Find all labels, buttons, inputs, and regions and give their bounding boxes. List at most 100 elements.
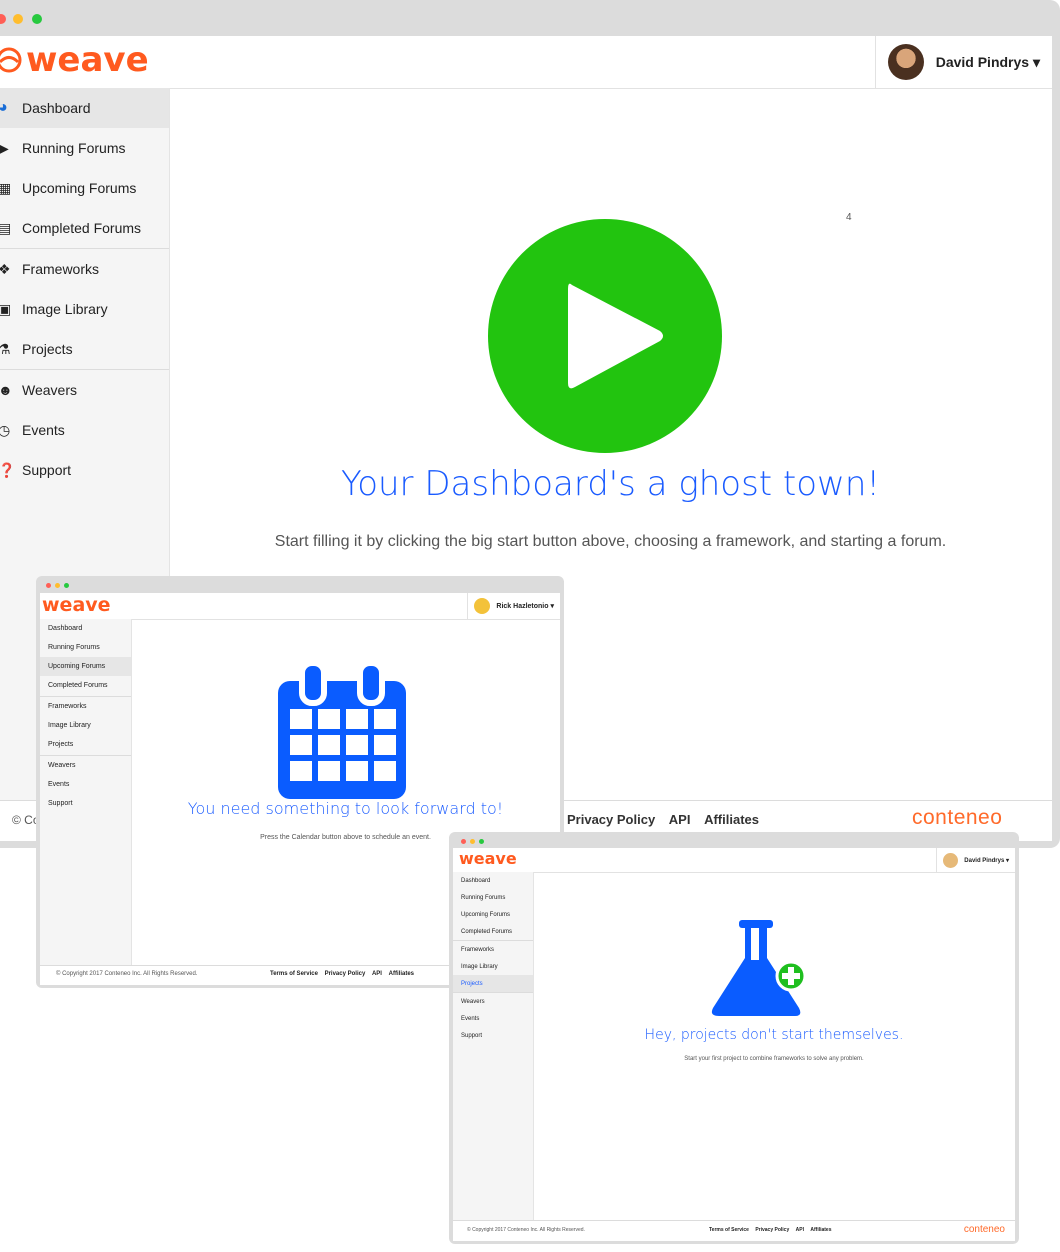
top-bar: weave Rick Hazletonio ▾: [40, 593, 560, 620]
window-zoom-dot[interactable]: [64, 583, 69, 588]
sidebar-item-upcoming-forums[interactable]: ▦ Upcoming Forums: [0, 168, 169, 208]
sidebar-item-label: Completed Forums: [22, 220, 142, 236]
affiliates-link[interactable]: Affiliates: [810, 1227, 831, 1233]
sidebar-item-weavers[interactable]: Weavers: [40, 756, 131, 775]
sidebar-item-label: Running Forums: [461, 894, 506, 901]
privacy-policy-link[interactable]: Privacy Policy: [325, 971, 366, 977]
terms-link[interactable]: Terms of Service: [709, 1227, 749, 1233]
privacy-policy-link[interactable]: Privacy Policy: [567, 812, 655, 827]
sidebar-item-label: Frameworks: [22, 261, 100, 277]
sidebar-item-label: Weavers: [48, 762, 76, 769]
sidebar-item-support[interactable]: Support: [453, 1027, 533, 1044]
window-zoom-dot[interactable]: [479, 839, 484, 844]
conteneo-logo[interactable]: conteneo: [964, 1224, 1005, 1235]
sidebar-item-projects[interactable]: Projects: [40, 735, 131, 754]
sidebar-item-image-library[interactable]: ▣ Image Library: [0, 289, 169, 329]
sidebar-item-label: Running Forums: [48, 644, 100, 651]
window-close-dot[interactable]: [0, 14, 6, 24]
weave-logo[interactable]: weave: [0, 40, 149, 80]
add-project-button[interactable]: [707, 920, 813, 1020]
sidebar-item-support[interactable]: Support: [40, 794, 131, 813]
sidebar-item-support[interactable]: ❓ Support: [0, 450, 169, 490]
small-number: 4: [846, 212, 852, 223]
sidebar-item-weavers[interactable]: Weavers: [453, 993, 533, 1010]
sidebar-item-events[interactable]: Events: [453, 1010, 533, 1027]
window-minimize-dot[interactable]: [55, 583, 60, 588]
calendar-icon: ▦: [0, 179, 12, 196]
api-link[interactable]: API: [796, 1227, 804, 1233]
image-icon: ▣: [0, 300, 12, 317]
sidebar-item-label: Image Library: [22, 301, 108, 317]
conteneo-logo[interactable]: conteneo: [912, 806, 1002, 830]
affiliates-link[interactable]: Affiliates: [389, 971, 414, 977]
sidebar-item-frameworks[interactable]: ❖ Frameworks: [0, 249, 169, 289]
sidebar-item-label: Projects: [461, 980, 483, 987]
sidebar-item-events[interactable]: Events: [40, 775, 131, 794]
affiliates-link[interactable]: Affiliates: [704, 812, 759, 827]
sidebar: Dashboard Running Forums Upcoming Forums…: [453, 872, 534, 1240]
sidebar-item-dashboard[interactable]: Dashboard: [40, 619, 131, 638]
weave-logo[interactable]: weave: [459, 849, 517, 868]
sidebar-item-label: Running Forums: [22, 140, 126, 156]
footer-links: Privacy Policy API Affiliates: [567, 812, 769, 827]
sidebar-item-completed-forums[interactable]: Completed Forums: [453, 923, 533, 940]
logo-text: weave: [42, 594, 111, 616]
projects-headline: Hey, projects don't start themselves.: [644, 1027, 904, 1043]
user-menu[interactable]: David Pindrys ▾: [936, 848, 1015, 872]
window-minimize-dot[interactable]: [470, 839, 475, 844]
dashboard-subtext: Start filling it by clicking the big sta…: [274, 533, 947, 550]
user-menu[interactable]: Rick Hazletonio ▾: [467, 593, 560, 619]
sidebar-item-frameworks[interactable]: Frameworks: [453, 941, 533, 958]
avatar: [887, 44, 924, 80]
sidebar-item-label: Upcoming Forums: [22, 180, 137, 196]
sidebar-item-projects[interactable]: Projects: [453, 975, 533, 992]
terms-link[interactable]: Terms of Service: [270, 971, 318, 977]
avatar: [474, 598, 491, 614]
question-icon: ❓: [0, 461, 16, 478]
sidebar-item-projects[interactable]: ⚗ Projects: [0, 329, 169, 369]
content-area: weave David Pindrys ▾ Dashboard Running …: [453, 848, 1015, 1241]
upcoming-headline: You need something to look forward to!: [187, 799, 504, 818]
window-minimize-dot[interactable]: [13, 14, 23, 24]
sidebar-item-running-forums[interactable]: ▶ Running Forums: [0, 128, 169, 168]
projects-subtext: Start your first project to combine fram…: [684, 1056, 864, 1062]
sidebar-item-label: Support: [48, 800, 73, 807]
calendar-button[interactable]: [278, 660, 406, 799]
top-bar: weave David Pindrys ▾: [453, 848, 1015, 873]
sidebar-item-dashboard[interactable]: Dashboard: [453, 872, 533, 889]
sidebar-item-image-library[interactable]: Image Library: [40, 716, 131, 735]
sidebar-item-events[interactable]: ◷ Events: [0, 410, 169, 450]
start-button[interactable]: [488, 219, 722, 453]
weave-logo[interactable]: weave: [42, 594, 111, 616]
sidebar-item-completed-forums[interactable]: Completed Forums: [40, 676, 131, 695]
sidebar-item-completed-forums[interactable]: ▤ Completed Forums: [0, 208, 169, 248]
sidebar-item-weavers[interactable]: ☻ Weavers: [0, 370, 169, 410]
window-close-dot[interactable]: [46, 583, 51, 588]
sidebar-item-dashboard[interactable]: ◕ Dashboard: [0, 88, 169, 128]
dashboard-icon: ◕: [0, 99, 8, 116]
sidebar-item-label: Completed Forums: [461, 928, 513, 935]
user-name: David Pindrys ▾: [964, 857, 1009, 864]
sidebar-item-label: Frameworks: [48, 703, 87, 710]
privacy-policy-link[interactable]: Privacy Policy: [755, 1227, 789, 1233]
sidebar-item-image-library[interactable]: Image Library: [453, 958, 533, 975]
sidebar-item-frameworks[interactable]: Frameworks: [40, 697, 131, 716]
sidebar-item-upcoming-forums[interactable]: Upcoming Forums: [40, 657, 131, 676]
clock-icon: ◷: [0, 421, 11, 438]
projects-window: weave David Pindrys ▾ Dashboard Running …: [449, 832, 1019, 1244]
sidebar-item-upcoming-forums[interactable]: Upcoming Forums: [453, 906, 533, 923]
user-menu[interactable]: David Pindrys ▾: [874, 36, 1052, 88]
sidebar-item-label: Dashboard: [461, 877, 491, 884]
sidebar-item-running-forums[interactable]: Running Forums: [453, 889, 533, 906]
document-icon: ▤: [0, 219, 12, 236]
play-icon: ▶: [0, 139, 9, 156]
window-close-dot[interactable]: [461, 839, 466, 844]
api-link[interactable]: API: [372, 971, 382, 977]
sidebar-item-label: Projects: [48, 741, 74, 748]
api-link[interactable]: API: [669, 812, 691, 827]
sidebar: Dashboard Running Forums Upcoming Forums…: [40, 619, 132, 984]
window-zoom-dot[interactable]: [32, 14, 42, 24]
user-name: David Pindrys ▾: [935, 53, 1040, 70]
sidebar-item-running-forums[interactable]: Running Forums: [40, 638, 131, 657]
sidebar-item-label: Weavers: [461, 998, 485, 1005]
